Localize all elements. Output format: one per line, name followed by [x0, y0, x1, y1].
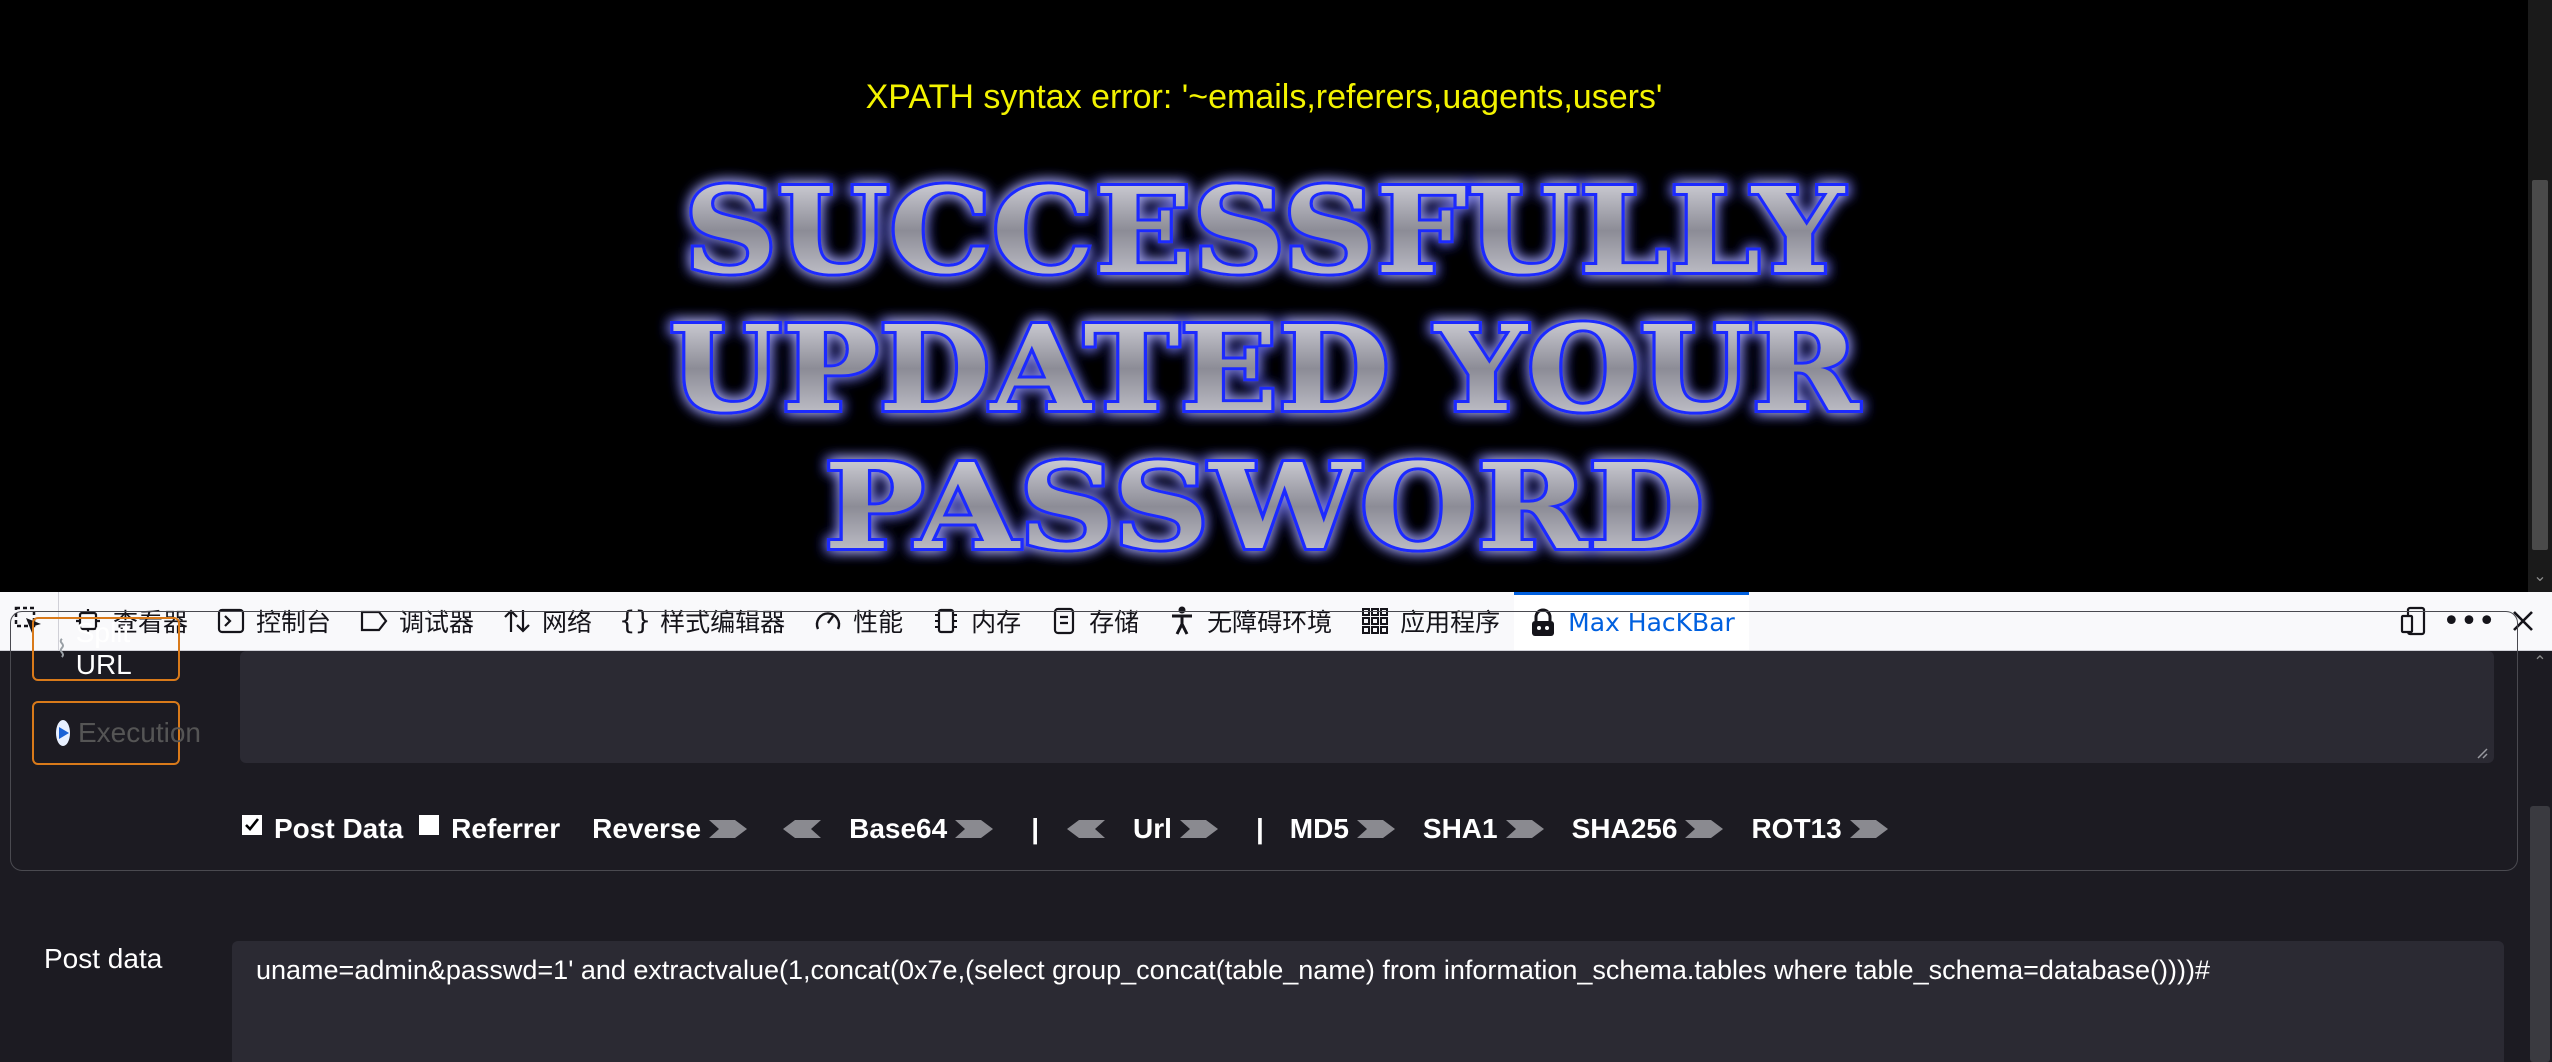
- base64-button[interactable]: Base64: [849, 813, 947, 845]
- banner-line-1: SUCCESSFULLY: [684, 161, 1846, 300]
- post-data-label: Post data: [44, 943, 163, 974]
- sha1-arrow-icon[interactable]: [1504, 818, 1546, 840]
- split-url-icon: ⌇: [56, 635, 68, 663]
- base64-encode-arrow-icon[interactable]: [953, 818, 995, 840]
- referrer-checkbox[interactable]: [419, 815, 440, 835]
- xpath-error-message: XPATH syntax error: '~emails,referers,ua…: [865, 78, 1663, 116]
- url-decode-arrow-icon[interactable]: [1065, 818, 1107, 840]
- hackbar-options-row: Post Data Referrer Reverse Base64 | Url …: [242, 809, 1922, 849]
- play-icon: [56, 720, 70, 746]
- scroll-down-icon[interactable]: ⌄: [2532, 568, 2548, 584]
- hackbar-scroll-thumb[interactable]: [2530, 806, 2550, 1062]
- base64-decode-arrow-icon[interactable]: [781, 818, 823, 840]
- url-encode-arrow-icon[interactable]: [1178, 818, 1220, 840]
- page-content: XPATH syntax error: '~emails,referers,ua…: [0, 0, 2528, 592]
- post-data-checkbox[interactable]: [242, 815, 262, 835]
- referrer-option-label[interactable]: Referrer: [451, 813, 560, 845]
- execution-label: Execution: [78, 717, 201, 748]
- sha256-arrow-icon[interactable]: [1683, 818, 1725, 840]
- hackbar-scrollbar[interactable]: ⌃: [2528, 651, 2552, 1062]
- resize-grip-icon[interactable]: [2474, 745, 2488, 759]
- post-data-option-label[interactable]: Post Data: [274, 813, 403, 845]
- rot13-arrow-icon[interactable]: [1848, 818, 1890, 840]
- url-textarea[interactable]: [240, 651, 2494, 763]
- separator: |: [1255, 813, 1264, 844]
- hackbar-panel: ⌇ Split URL Execution Post Data Referrer…: [0, 611, 2552, 1062]
- split-url-button[interactable]: ⌇ Split URL: [32, 617, 180, 681]
- scroll-up-icon[interactable]: ⌃: [2532, 655, 2548, 671]
- md5-button[interactable]: MD5: [1290, 813, 1349, 845]
- banner-line-3: PASSWORD: [824, 437, 1704, 570]
- rot13-button[interactable]: ROT13: [1751, 813, 1841, 845]
- success-banner: SUCCESSFULLY UPDATED YOUR PASSWORD: [666, 160, 1863, 570]
- md5-arrow-icon[interactable]: [1355, 818, 1397, 840]
- separator: |: [1031, 813, 1040, 844]
- reverse-arrow-icon[interactable]: [707, 818, 749, 840]
- sha1-button[interactable]: SHA1: [1423, 813, 1498, 845]
- url-button[interactable]: Url: [1133, 813, 1172, 845]
- split-url-label: Split URL: [75, 617, 132, 680]
- page-scrollbar[interactable]: ⌄: [2528, 0, 2552, 592]
- post-data-input[interactable]: uname=admin&passwd=1' and extractvalue(1…: [232, 941, 2504, 1062]
- post-data-value: uname=admin&passwd=1' and extractvalue(1…: [256, 955, 2210, 985]
- reverse-button[interactable]: Reverse: [592, 813, 701, 845]
- execution-button[interactable]: Execution: [32, 701, 201, 765]
- sha256-button[interactable]: SHA256: [1572, 813, 1678, 845]
- banner-line-2: UPDATED YOUR: [669, 299, 1860, 438]
- page-scroll-thumb[interactable]: [2532, 180, 2548, 550]
